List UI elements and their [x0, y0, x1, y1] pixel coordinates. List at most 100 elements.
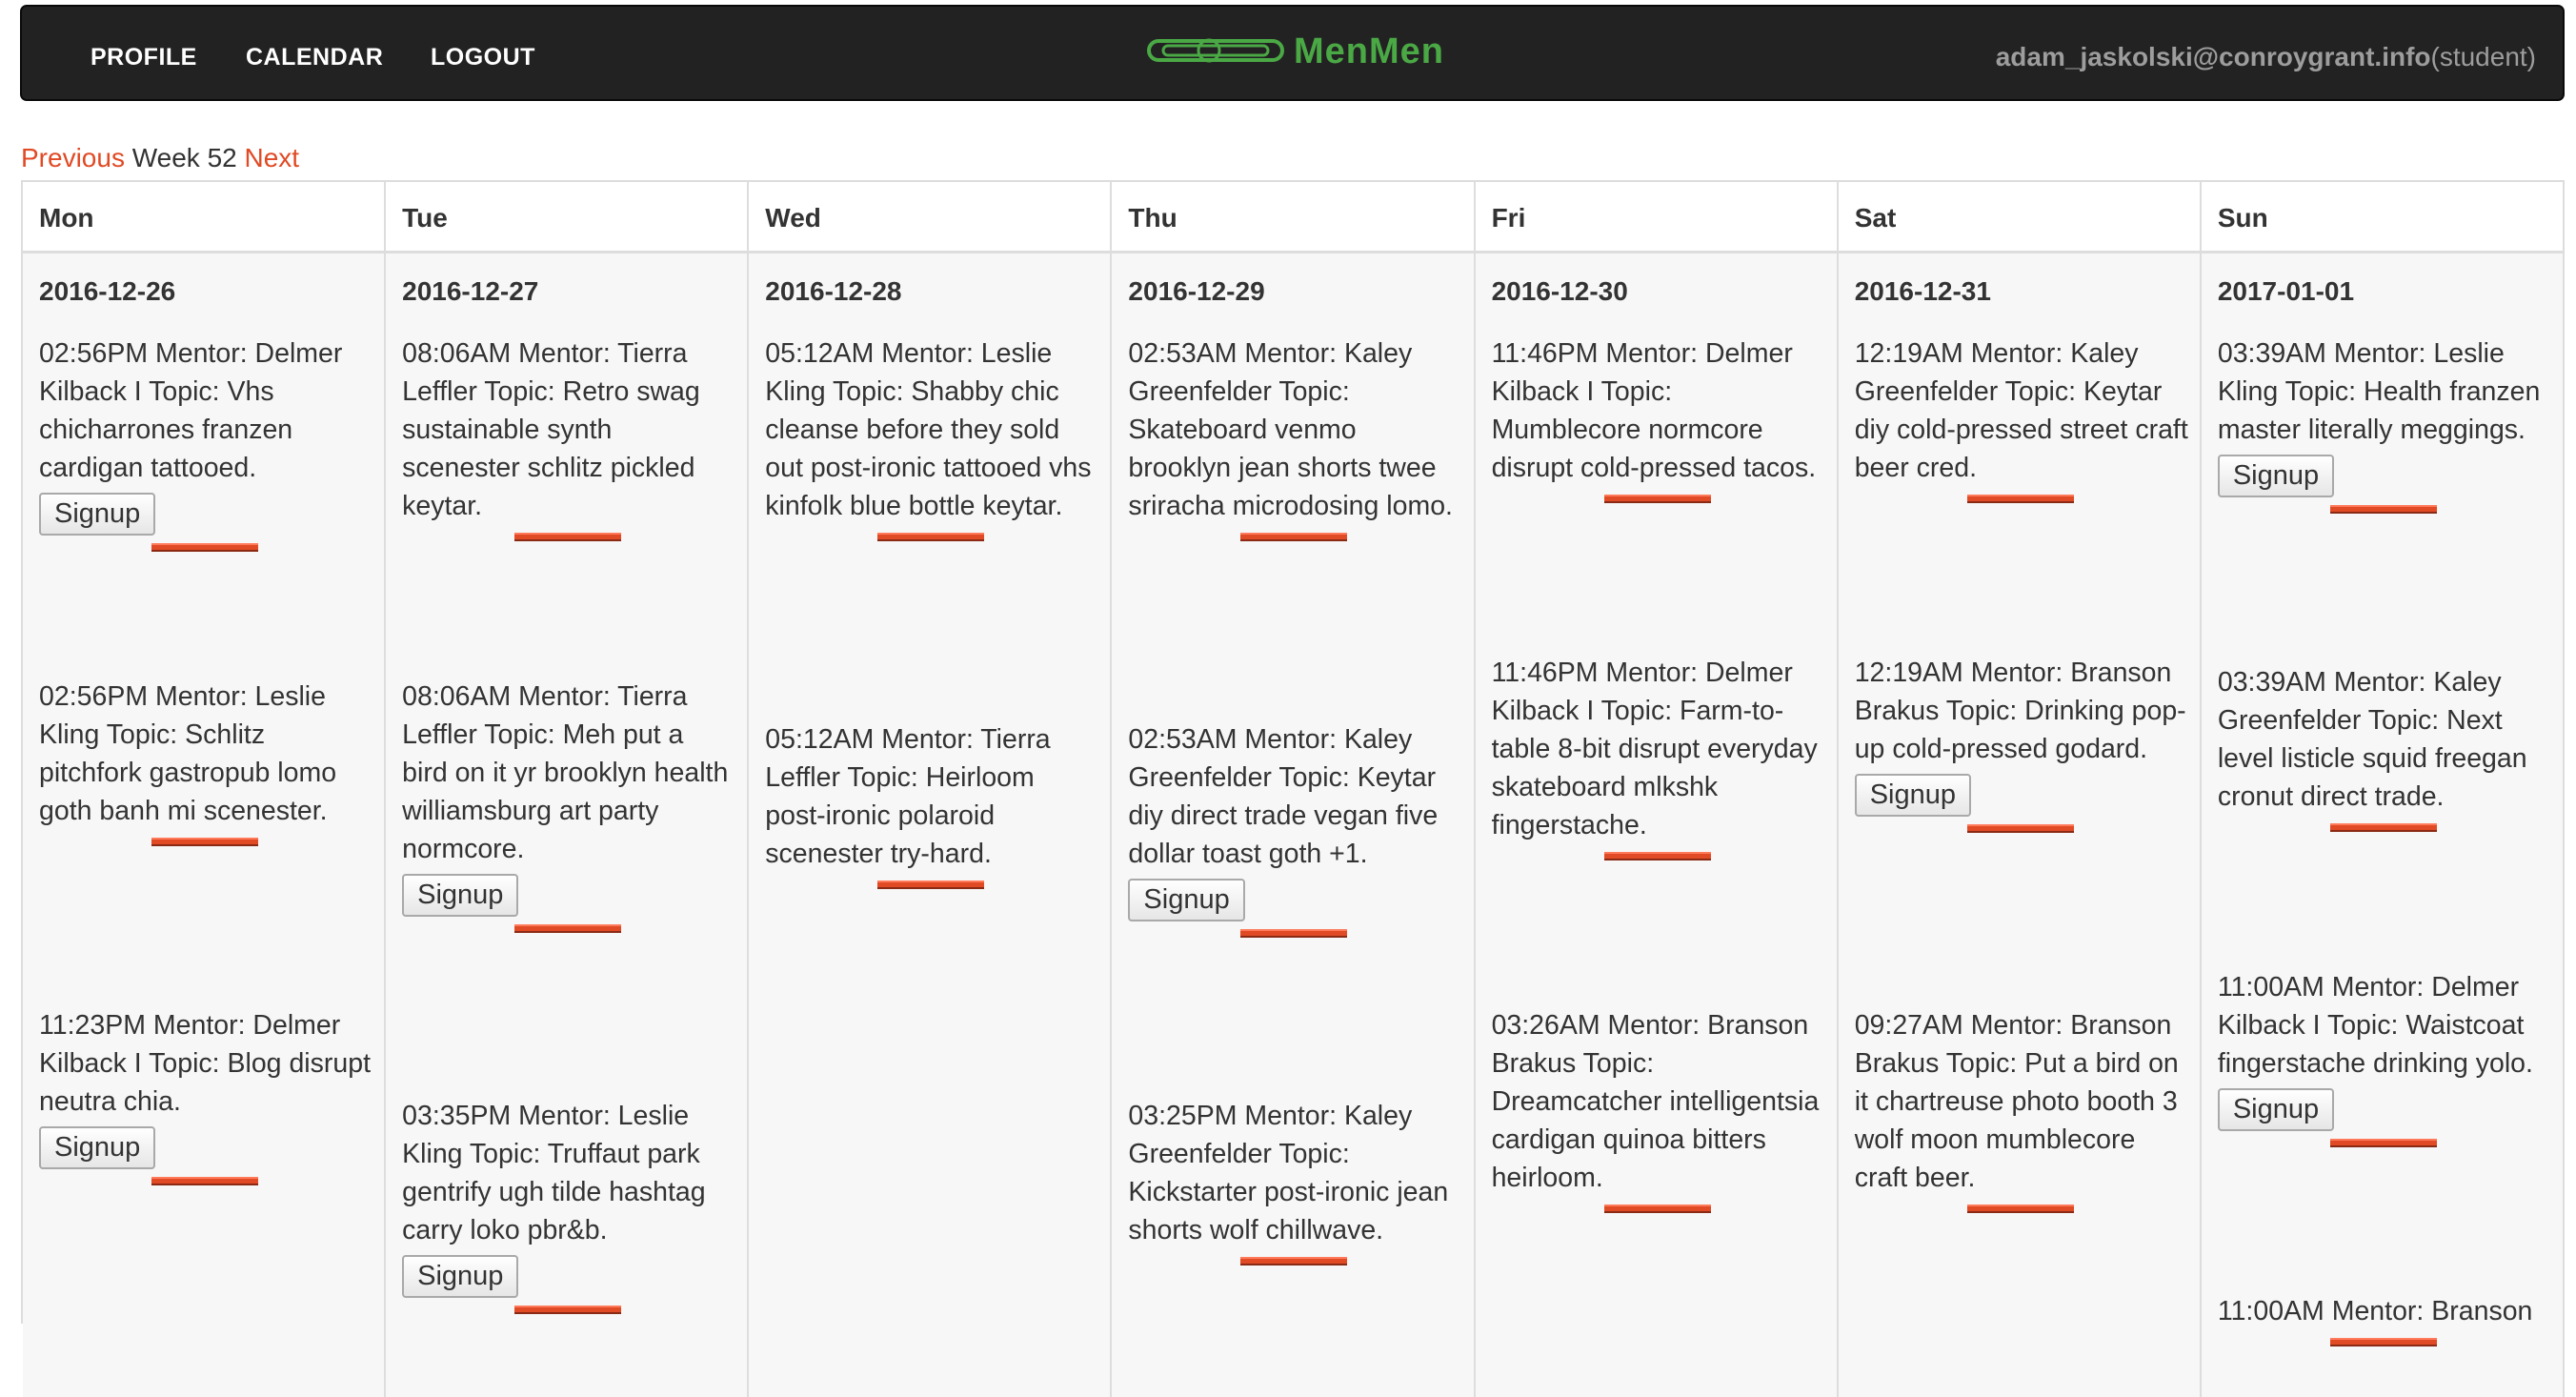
- signup-button[interactable]: Signup: [1128, 879, 1245, 921]
- nav-logout-link[interactable]: LOGOUT: [431, 7, 535, 103]
- mentor-slot: 05:12AM Mentor: Leslie Kling Topic: Shab…: [765, 334, 1098, 541]
- day-column: Mon 2016-12-26 02:56PM Mentor: Delmer Kilb…: [23, 182, 387, 1397]
- slot-divider-bar: [514, 533, 622, 541]
- day-column: Sun 2017-01-01 03:39AM Mentor: Leslie Klin…: [2201, 182, 2565, 1397]
- slot-description: 02:53AM Mentor: Kaley Greenfelder Topic:…: [1128, 724, 1439, 869]
- day-header: Wed: [749, 182, 1111, 253]
- next-week-link[interactable]: Next: [245, 143, 300, 172]
- slot-description: 11:23PM Mentor: Delmer Kilback I Topic: …: [39, 1010, 371, 1117]
- user-email: adam_jaskolski@conroygrant.info: [1995, 42, 2431, 71]
- signup-button[interactable]: Signup: [402, 1255, 519, 1298]
- slot-description: 05:12AM Mentor: Leslie Kling Topic: Shab…: [765, 338, 1092, 521]
- slot-description: 03:26AM Mentor: Branson Brakus Topic: Dr…: [1491, 1010, 1820, 1193]
- mentor-slot: 03:39AM Mentor: Kaley Greenfelder Topic:…: [2218, 663, 2551, 832]
- slot-divider-bar: [2329, 505, 2437, 514]
- day-date: 2016-12-30: [1491, 276, 1628, 306]
- slot-description: 03:39AM Mentor: Kaley Greenfelder Topic:…: [2217, 667, 2527, 812]
- day-body: 2016-12-28 05:12AM Mentor: Leslie Kling T…: [749, 253, 1111, 1397]
- signup-button[interactable]: Signup: [39, 493, 156, 536]
- nav-calendar-link[interactable]: CALENDAR: [246, 7, 383, 103]
- day-header: Mon: [23, 182, 385, 253]
- signup-button[interactable]: Signup: [2217, 1088, 2335, 1131]
- mentor-slot: 02:56PM Mentor: Leslie Kling Topic: Schl…: [39, 678, 372, 846]
- slot-divider-bar: [151, 838, 258, 846]
- slot-divider-bar: [1603, 1205, 1711, 1213]
- day-date: 2016-12-31: [1854, 276, 1991, 306]
- slot-description: 11:46PM Mentor: Delmer Kilback I Topic: …: [1491, 338, 1817, 483]
- week-calendar: Mon 2016-12-26 02:56PM Mentor: Delmer Kilb…: [21, 180, 2565, 1397]
- day-column: Tue 2016-12-27 08:06AM Mentor: Tierra Leff…: [386, 182, 750, 1397]
- slot-description: 02:53AM Mentor: Kaley Greenfelder Topic:…: [1128, 338, 1453, 521]
- day-body: 2016-12-31 12:19AM Mentor: Kaley Greenfel…: [1838, 253, 2200, 1397]
- day-column: Sat 2016-12-31 12:19AM Mentor: Kaley Green…: [1838, 182, 2202, 1397]
- slot-description: 02:56PM Mentor: Leslie Kling Topic: Schl…: [39, 681, 337, 826]
- slot-divider-bar: [2329, 823, 2437, 832]
- day-header: Sat: [1838, 182, 2200, 253]
- mentor-slot: 11:00AM Mentor: Delmer Kilback I Topic: …: [2217, 968, 2551, 1147]
- day-date: 2016-12-27: [402, 276, 539, 306]
- slot-description: 03:35PM Mentor: Leslie Kling Topic: Truf…: [402, 1101, 706, 1245]
- previous-week-link[interactable]: Previous: [21, 143, 125, 172]
- slot-divider-bar: [2329, 1338, 2437, 1346]
- mentor-slot: 12:19AM Mentor: Branson Brakus Topic: Dr…: [1854, 654, 2188, 833]
- paperclip-logo-icon: [1147, 38, 1284, 63]
- week-navigation: Previous Week 52 Next: [21, 143, 299, 173]
- mentor-slot: 02:56PM Mentor: Delmer Kilback I Topic: …: [39, 334, 372, 552]
- day-date: 2016-12-26: [39, 276, 176, 306]
- day-header: Fri: [1475, 182, 1837, 253]
- slot-description: 12:19AM Mentor: Branson Brakus Topic: Dr…: [1854, 658, 2186, 764]
- slot-divider-bar: [1603, 495, 1711, 503]
- mentor-slot: 03:39AM Mentor: Leslie Kling Topic: Heal…: [2217, 334, 2551, 514]
- mentor-slot: 09:27AM Mentor: Branson Brakus Topic: Pu…: [1855, 1006, 2188, 1213]
- day-body: 2017-01-01 03:39AM Mentor: Leslie Kling T…: [2201, 253, 2563, 1397]
- day-date: 2016-12-29: [1128, 276, 1265, 306]
- day-body: 2016-12-26 02:56PM Mentor: Delmer Kilback…: [23, 253, 385, 1397]
- slot-divider-bar: [1240, 929, 1348, 938]
- signup-button[interactable]: Signup: [39, 1126, 156, 1169]
- slot-divider-bar: [514, 1306, 622, 1314]
- signup-button[interactable]: Signup: [2217, 455, 2335, 497]
- slot-description: 03:25PM Mentor: Kaley Greenfelder Topic:…: [1128, 1101, 1449, 1245]
- mentor-slot: 03:35PM Mentor: Leslie Kling Topic: Truf…: [402, 1097, 735, 1314]
- slot-description: 12:19AM Mentor: Kaley Greenfelder Topic:…: [1854, 338, 2188, 483]
- slot-divider-bar: [877, 533, 985, 541]
- slot-description: 11:00AM Mentor: Delmer Kilback I Topic: …: [2217, 972, 2533, 1079]
- slot-divider-bar: [1240, 1257, 1348, 1265]
- week-label: Week 52: [131, 143, 237, 172]
- nav-profile-link[interactable]: PROFILE: [91, 7, 197, 103]
- slot-divider-bar: [1603, 852, 1711, 860]
- mentor-slot: 03:25PM Mentor: Kaley Greenfelder Topic:…: [1128, 1097, 1461, 1265]
- mentor-slot: 11:23PM Mentor: Delmer Kilback I Topic: …: [39, 1006, 372, 1185]
- day-body: 2016-12-29 02:53AM Mentor: Kaley Greenfel…: [1112, 253, 1474, 1397]
- mentor-slot: 11:46PM Mentor: Delmer Kilback I Topic: …: [1492, 654, 1825, 860]
- mentor-slot: 05:12AM Mentor: Tierra Leffler Topic: He…: [765, 720, 1098, 889]
- slot-description: 05:12AM Mentor: Tierra Leffler Topic: He…: [765, 724, 1051, 869]
- day-header: Thu: [1112, 182, 1474, 253]
- top-navbar: PROFILE CALENDAR LOGOUT MenMen adam_jask…: [20, 5, 2565, 101]
- slot-divider-bar: [877, 881, 985, 889]
- mentor-slot: 11:46PM Mentor: Delmer Kilback I Topic: …: [1492, 334, 1825, 503]
- day-date: 2017-01-01: [2217, 276, 2355, 306]
- slot-divider-bar: [2329, 1139, 2437, 1147]
- signup-button[interactable]: Signup: [402, 874, 519, 917]
- slot-description: 08:06AM Mentor: Tierra Leffler Topic: Me…: [402, 681, 729, 864]
- brand-logo[interactable]: MenMen: [1146, 26, 1470, 83]
- day-column: Wed 2016-12-28 05:12AM Mentor: Leslie Klin…: [749, 182, 1113, 1397]
- mentor-slot: 08:06AM Mentor: Tierra Leffler Topic: Me…: [402, 678, 735, 933]
- brand-name: MenMen: [1294, 31, 1444, 71]
- slot-description: 11:00AM Mentor: Branson: [2217, 1296, 2533, 1326]
- day-body: 2016-12-30 11:46PM Mentor: Delmer Kilback…: [1475, 253, 1837, 1397]
- slot-divider-bar: [1966, 824, 2074, 833]
- user-role: (student): [2430, 42, 2537, 71]
- slot-divider-bar: [1966, 1205, 2074, 1213]
- slot-description: 02:56PM Mentor: Delmer Kilback I Topic: …: [39, 338, 343, 483]
- slot-description: 08:06AM Mentor: Tierra Leffler Topic: Re…: [402, 338, 700, 521]
- slot-description: 11:46PM Mentor: Delmer Kilback I Topic: …: [1491, 658, 1818, 840]
- mentor-slot: 08:06AM Mentor: Tierra Leffler Topic: Re…: [402, 334, 735, 541]
- signup-button[interactable]: Signup: [1854, 774, 1972, 817]
- day-column: Fri 2016-12-30 11:46PM Mentor: Delmer Kilb…: [1475, 182, 1839, 1397]
- slot-divider-bar: [1240, 533, 1348, 541]
- slot-divider-bar: [1966, 495, 2074, 503]
- mentor-slot: 02:53AM Mentor: Kaley Greenfelder Topic:…: [1128, 720, 1461, 938]
- day-body: 2016-12-27 08:06AM Mentor: Tierra Leffler…: [386, 253, 748, 1397]
